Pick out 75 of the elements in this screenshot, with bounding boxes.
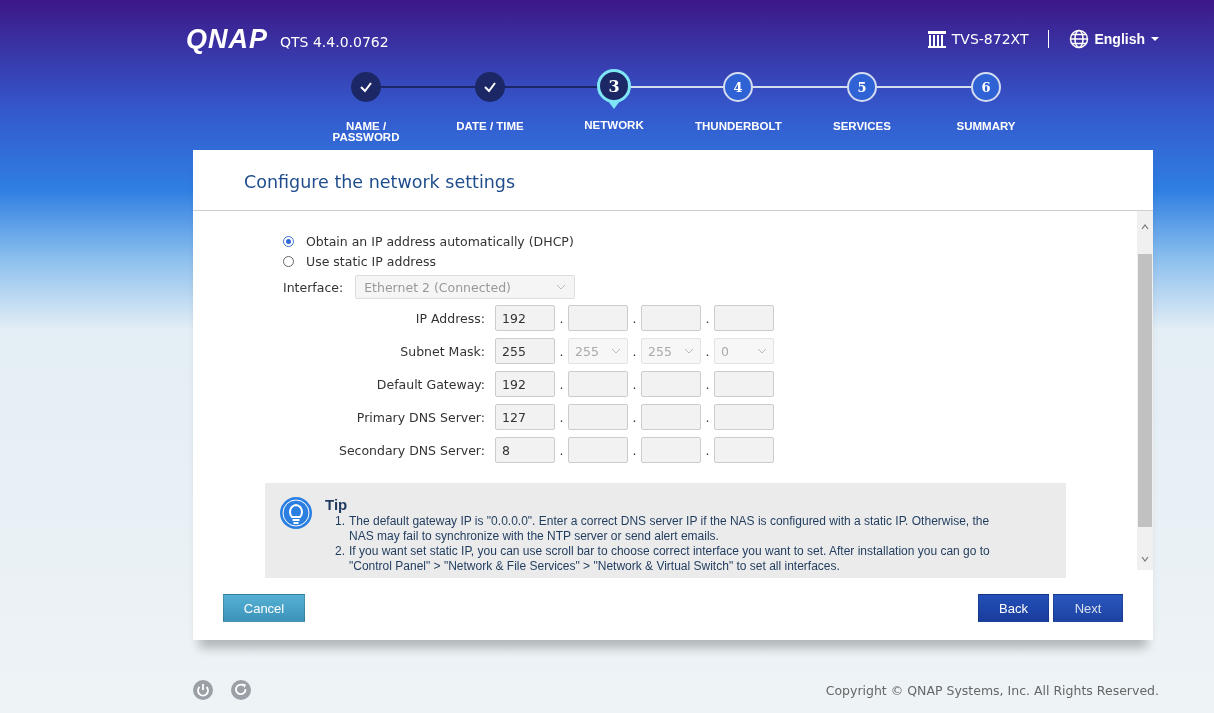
dot-separator: . bbox=[704, 343, 711, 359]
field-label: Primary DNS Server: bbox=[355, 409, 485, 425]
list-number: 1. bbox=[335, 514, 346, 530]
octet-input[interactable] bbox=[568, 371, 628, 397]
step-circle: 5 bbox=[847, 72, 877, 102]
tip-title: Tip bbox=[325, 496, 349, 513]
copyright-text: Copyright © QNAP Systems, Inc. All Rights Reserved. bbox=[825, 682, 1159, 698]
radio-label[interactable]: Obtain an IP address automatically (DHCP) bbox=[306, 233, 574, 249]
dot-separator: . bbox=[704, 310, 711, 326]
octet-input[interactable]: 192 bbox=[495, 371, 555, 397]
lightbulb-icon bbox=[279, 496, 313, 530]
dot-separator: . bbox=[558, 310, 565, 326]
dot-separator: . bbox=[631, 409, 638, 425]
field-label: Default Gateway: bbox=[375, 376, 485, 392]
power-icon bbox=[193, 680, 213, 700]
list-number: 2. bbox=[335, 544, 346, 560]
octet-input[interactable] bbox=[714, 371, 774, 397]
dot-separator: . bbox=[558, 343, 565, 359]
octet-input[interactable] bbox=[714, 305, 774, 331]
step-circle: 6 bbox=[971, 72, 1001, 102]
dot-separator: . bbox=[631, 442, 638, 458]
tip-item: The default gateway IP is "0.0.0.0". Enter a correct DNS server IP if the NAS is configured with a static IP. Otherwise, the NAS may fail to synchronize with the NTP server or send alert emails. bbox=[349, 514, 991, 544]
panel-title: Configure the network settings bbox=[244, 172, 516, 192]
octet-input[interactable] bbox=[568, 305, 628, 331]
field-label: Interface: bbox=[283, 279, 344, 295]
caret-icon bbox=[1150, 35, 1160, 43]
dot-separator: . bbox=[704, 409, 711, 425]
dot-separator: . bbox=[631, 376, 638, 392]
scrollbar[interactable] bbox=[1137, 211, 1153, 570]
radio-label[interactable]: Use static IP address bbox=[306, 253, 436, 269]
step-label: NAME / PASSWORD bbox=[331, 121, 401, 143]
tip-item: If you want set static IP, you can use scroll bar to choose correct interface you want to set. After installation you can go to "Control Panel" > "Network & File Services" > "Network & Virtual Switch" to set all interfaces. bbox=[349, 544, 991, 574]
back-button[interactable]: Back bbox=[978, 594, 1049, 622]
dot-separator: . bbox=[558, 376, 565, 392]
check-icon bbox=[483, 80, 497, 94]
server-icon bbox=[926, 29, 947, 49]
octet-input[interactable]: 127 bbox=[495, 404, 555, 430]
dot-separator: . bbox=[631, 310, 638, 326]
octet-input[interactable] bbox=[641, 437, 701, 463]
model-name: TVS-872XT bbox=[951, 31, 1029, 47]
field-label: Secondary DNS Server: bbox=[337, 442, 485, 458]
step-label: SUMMARY bbox=[956, 121, 1016, 132]
octet-input[interactable] bbox=[714, 404, 774, 430]
octet-input[interactable] bbox=[568, 437, 628, 463]
octet-input[interactable] bbox=[641, 404, 701, 430]
chevron-icon bbox=[684, 347, 694, 355]
check-icon bbox=[359, 80, 373, 94]
logo: QNAP bbox=[186, 23, 268, 55]
chevron-icon bbox=[556, 283, 567, 291]
chevron-icon bbox=[757, 347, 767, 355]
step-label: DATE / TIME bbox=[456, 121, 524, 132]
octet-input[interactable] bbox=[641, 305, 701, 331]
next-button[interactable]: Next bbox=[1053, 594, 1123, 622]
octet-input[interactable]: 8 bbox=[495, 437, 555, 463]
step-label: SERVICES bbox=[833, 121, 891, 132]
globe-icon bbox=[1069, 29, 1090, 49]
step-label: THUNDERBOLT bbox=[695, 121, 781, 132]
octet-input[interactable]: 192 bbox=[495, 305, 555, 331]
octet-input[interactable] bbox=[568, 404, 628, 430]
field-label: IP Address: bbox=[414, 310, 485, 326]
dot-separator: . bbox=[631, 343, 638, 359]
dot-separator: . bbox=[704, 376, 711, 392]
octet-input[interactable]: 255 bbox=[495, 338, 555, 364]
chevron-icon bbox=[611, 347, 621, 355]
refresh-icon bbox=[231, 680, 251, 700]
dot-separator: . bbox=[704, 442, 711, 458]
octet-input[interactable] bbox=[641, 371, 701, 397]
dot-separator: . bbox=[558, 442, 565, 458]
step-circle: 4 bbox=[723, 72, 753, 102]
step-label: NETWORK bbox=[584, 120, 644, 131]
language-selector[interactable]: English bbox=[1094, 31, 1145, 47]
version-label: QTS 4.4.0.0762 bbox=[280, 34, 389, 50]
octet-input[interactable] bbox=[714, 437, 774, 463]
dot-separator: . bbox=[558, 409, 565, 425]
field-label: Subnet Mask: bbox=[399, 343, 485, 359]
